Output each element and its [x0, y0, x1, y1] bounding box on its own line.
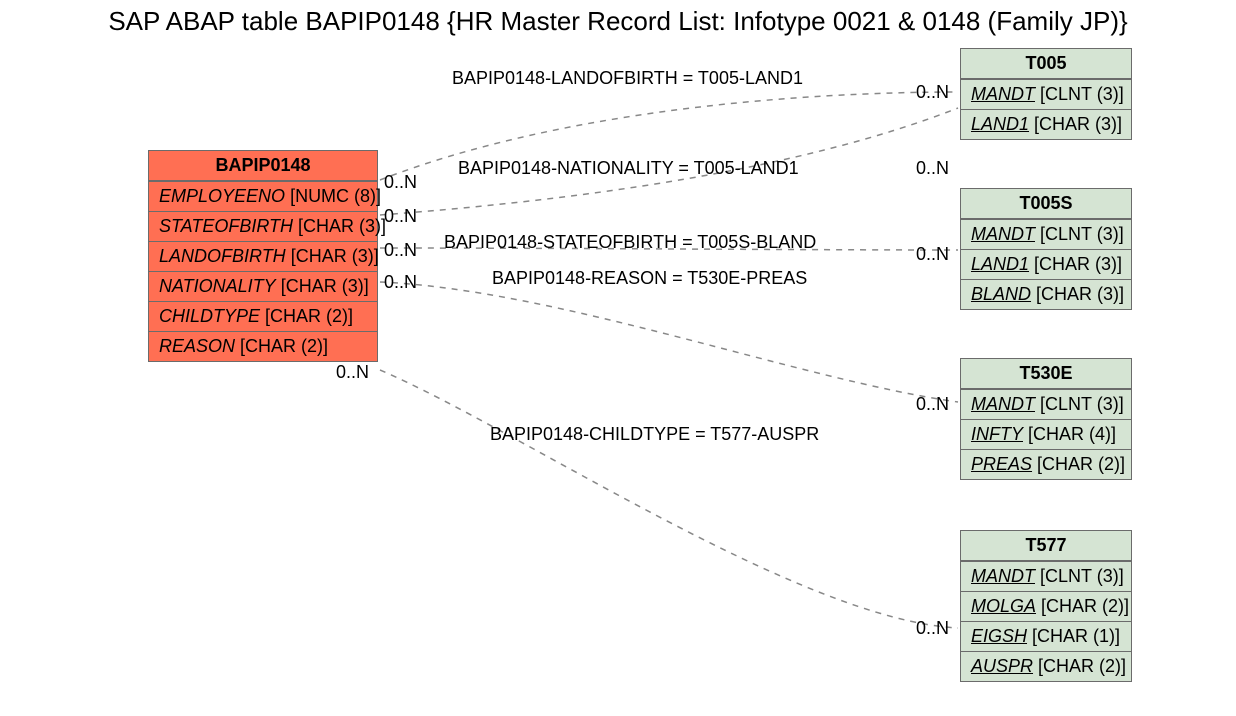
table-t005: T005 MANDT [CLNT (3)] LAND1 [CHAR (3)] — [960, 48, 1132, 140]
relation-label: BAPIP0148-REASON = T530E-PREAS — [492, 268, 807, 289]
field-row: MANDT [CLNT (3)] — [961, 79, 1131, 109]
relation-label: BAPIP0148-STATEOFBIRTH = T005S-BLAND — [444, 232, 816, 253]
cardinality-right: 0..N — [916, 158, 949, 179]
field-row: AUSPR [CHAR (2)] — [961, 651, 1131, 681]
field-row: REASON [CHAR (2)] — [149, 331, 377, 361]
table-header: BAPIP0148 — [149, 151, 377, 181]
field-row: LAND1 [CHAR (3)] — [961, 109, 1131, 139]
table-header: T530E — [961, 359, 1131, 389]
table-bapip0148: BAPIP0148 EMPLOYEENO [NUMC (8)] STATEOFB… — [148, 150, 378, 362]
field-row: LAND1 [CHAR (3)] — [961, 249, 1131, 279]
field-row: MOLGA [CHAR (2)] — [961, 591, 1131, 621]
field-row: INFTY [CHAR (4)] — [961, 419, 1131, 449]
table-t005s: T005S MANDT [CLNT (3)] LAND1 [CHAR (3)] … — [960, 188, 1132, 310]
relation-label: BAPIP0148-LANDOFBIRTH = T005-LAND1 — [452, 68, 803, 89]
cardinality-right: 0..N — [916, 244, 949, 265]
cardinality-right: 0..N — [916, 394, 949, 415]
table-header: T577 — [961, 531, 1131, 561]
field-row: EMPLOYEENO [NUMC (8)] — [149, 181, 377, 211]
relation-label: BAPIP0148-CHILDTYPE = T577-AUSPR — [490, 424, 819, 445]
table-header: T005S — [961, 189, 1131, 219]
field-row: STATEOFBIRTH [CHAR (3)] — [149, 211, 377, 241]
field-row: EIGSH [CHAR (1)] — [961, 621, 1131, 651]
table-t530e: T530E MANDT [CLNT (3)] INFTY [CHAR (4)] … — [960, 358, 1132, 480]
cardinality-left: 0..N — [384, 172, 417, 193]
cardinality-right: 0..N — [916, 82, 949, 103]
field-row: MANDT [CLNT (3)] — [961, 219, 1131, 249]
cardinality-left: 0..N — [384, 240, 417, 261]
field-row: BLAND [CHAR (3)] — [961, 279, 1131, 309]
cardinality-left: 0..N — [384, 272, 417, 293]
relation-label: BAPIP0148-NATIONALITY = T005-LAND1 — [458, 158, 799, 179]
field-row: MANDT [CLNT (3)] — [961, 389, 1131, 419]
field-row: MANDT [CLNT (3)] — [961, 561, 1131, 591]
table-header: T005 — [961, 49, 1131, 79]
field-row: PREAS [CHAR (2)] — [961, 449, 1131, 479]
table-t577: T577 MANDT [CLNT (3)] MOLGA [CHAR (2)] E… — [960, 530, 1132, 682]
field-row: CHILDTYPE [CHAR (2)] — [149, 301, 377, 331]
cardinality-right: 0..N — [916, 618, 949, 639]
cardinality-left: 0..N — [384, 206, 417, 227]
field-row: LANDOFBIRTH [CHAR (3)] — [149, 241, 377, 271]
cardinality-left: 0..N — [336, 362, 369, 383]
field-row: NATIONALITY [CHAR (3)] — [149, 271, 377, 301]
